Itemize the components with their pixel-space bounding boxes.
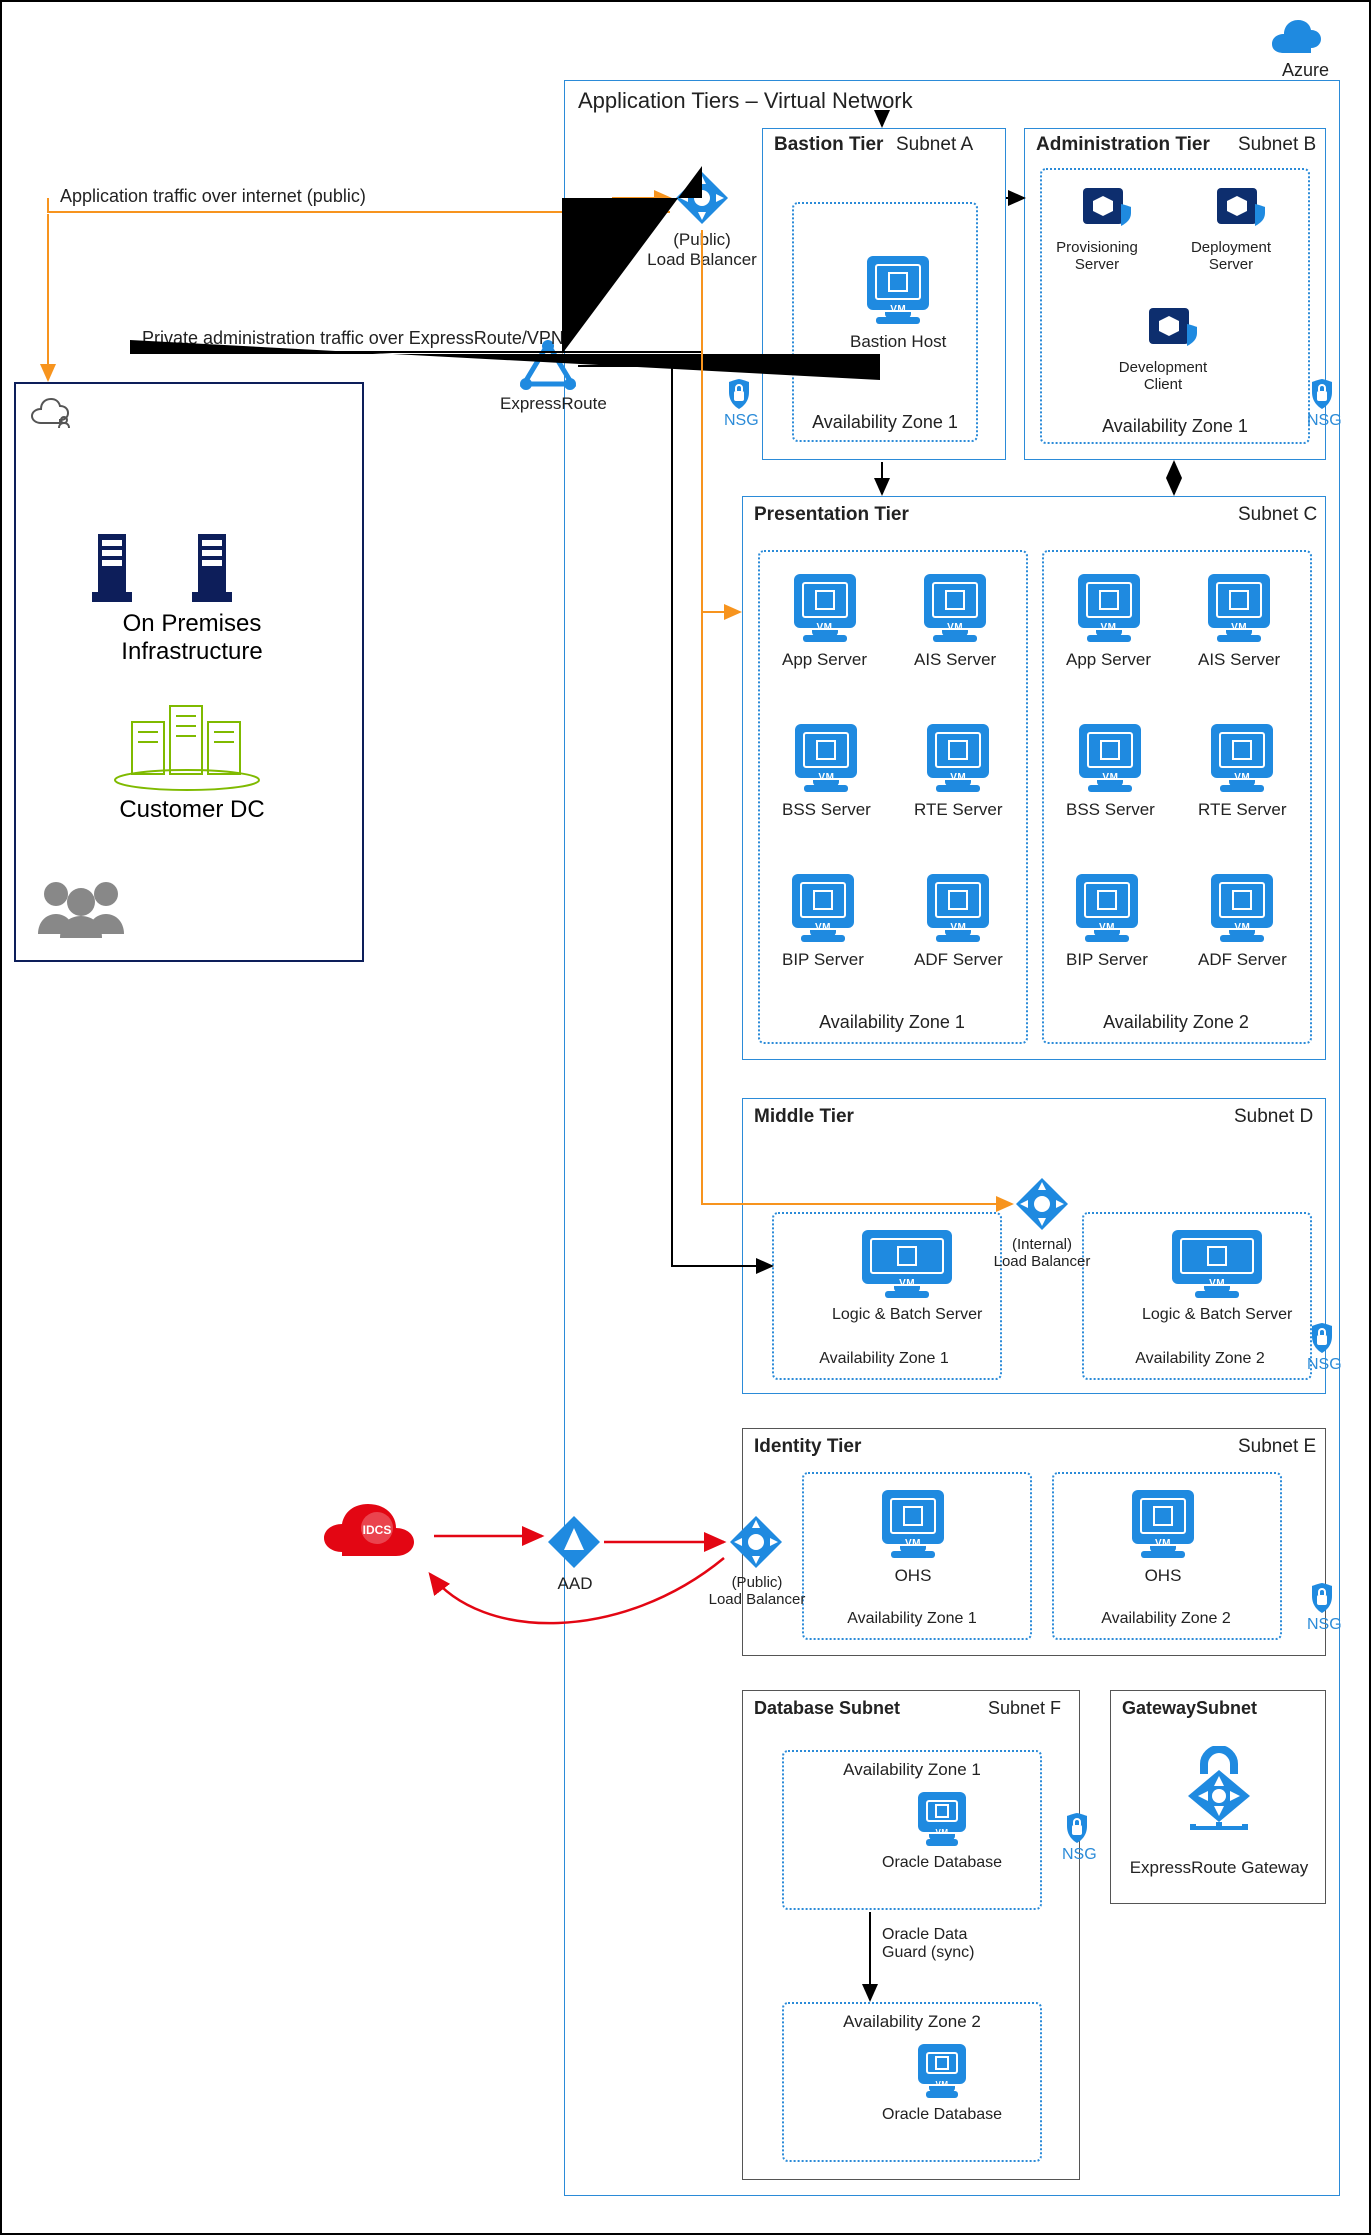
vm-ais-server-1: VMAIS Server xyxy=(914,574,996,670)
nsg-label-bastion: NSG xyxy=(724,412,754,430)
middle-az2-label: Availability Zone 2 xyxy=(1110,1350,1290,1368)
presentation-az2-label: Availability Zone 2 xyxy=(1086,1012,1266,1033)
vm-ais-server-2: VMAIS Server xyxy=(1198,574,1280,670)
vm-rte-server-1: VMRTE Server xyxy=(914,724,1003,820)
public-lb-label: (Public) Load Balancer xyxy=(642,230,762,270)
db-title: Database Subnet xyxy=(754,1698,900,1719)
vm-adf-server-1: VMADF Server xyxy=(914,874,1003,970)
nsg-icon-middle xyxy=(1309,1322,1335,1359)
admin-title: Administration Tier xyxy=(1036,134,1210,156)
middle-az1-label: Availability Zone 1 xyxy=(794,1350,974,1368)
server-rack-icon-1 xyxy=(92,532,162,611)
bastion-host-vm: VM Bastion Host xyxy=(850,256,946,352)
aad-label: AAD xyxy=(550,1574,600,1594)
bastion-title: Bastion Tier xyxy=(774,134,883,156)
admin-subnet: Subnet B xyxy=(1238,134,1316,156)
nsg-icon-admin xyxy=(1309,378,1335,415)
people-icon xyxy=(26,872,136,947)
expressroute-label: ExpressRoute xyxy=(500,394,600,414)
identity-az2-label: Availability Zone 2 xyxy=(1076,1610,1256,1628)
public-lb2-label: (Public) Load Balancer xyxy=(702,1574,812,1608)
bastion-az1-label: Availability Zone 1 xyxy=(802,412,968,433)
load-balancer-public2-icon xyxy=(728,1514,784,1575)
presentation-az1-label: Availability Zone 1 xyxy=(802,1012,982,1033)
identity-az1-label: Availability Zone 1 xyxy=(822,1610,1002,1628)
vm-ohs-1: VMOHS xyxy=(882,1490,944,1586)
identity-subnet: Subnet E xyxy=(1238,1436,1316,1458)
onprem-label: On Premises Infrastructure xyxy=(92,610,292,666)
deployment-server: Deployment Server xyxy=(1206,186,1276,273)
customer-dc-icon xyxy=(112,702,262,797)
nsg-label-admin: NSG xyxy=(1307,412,1337,430)
expressroute-gateway-icon xyxy=(1180,1746,1258,1835)
gateway-label: ExpressRoute Gateway xyxy=(1124,1858,1314,1878)
vm-oracle-db-2: VMOracle Database xyxy=(882,2044,1002,2124)
svg-text:IDCS: IDCS xyxy=(363,1523,392,1537)
nsg-label-db: NSG xyxy=(1062,1846,1092,1864)
nsg-label-middle: NSG xyxy=(1307,1356,1337,1374)
vm-logic-batch-2: VMLogic & Batch Server xyxy=(1142,1230,1292,1324)
vm-logic-batch-1: VMLogic & Batch Server xyxy=(832,1230,982,1324)
server-rack-icon-2 xyxy=(192,532,262,611)
azure-cloud-icon xyxy=(1267,20,1323,61)
cloud-users-icon xyxy=(26,398,76,443)
internal-lb-label: (Internal) Load Balancer xyxy=(982,1236,1102,1270)
vm-bip-server-2: VMBIP Server xyxy=(1066,874,1148,970)
gateway-title: GatewaySubnet xyxy=(1122,1698,1257,1719)
db-az2-label: Availability Zone 2 xyxy=(822,2012,1002,2032)
bastion-subnet: Subnet A xyxy=(896,134,973,156)
vm-adf-server-2: VMADF Server xyxy=(1198,874,1287,970)
provisioning-server: Provisioning Server xyxy=(1072,186,1142,273)
customer-dc-label: Customer DC xyxy=(102,796,282,824)
identity-title: Identity Tier xyxy=(754,1436,861,1458)
vm-bip-server-1: VMBIP Server xyxy=(782,874,864,970)
idcs-icon: IDCS xyxy=(322,1496,432,1581)
vm-app-server-1: VMApp Server xyxy=(782,574,867,670)
odg-label: Oracle Data Guard (sync) xyxy=(882,1926,1022,1962)
db-az1-label: Availability Zone 1 xyxy=(822,1760,1002,1780)
nsg-icon-bastion xyxy=(726,378,752,415)
vm-rte-server-2: VMRTE Server xyxy=(1198,724,1287,820)
presentation-title: Presentation Tier xyxy=(754,504,909,526)
app-traffic-label: Application traffic over internet (publi… xyxy=(60,186,366,207)
nsg-label-identity: NSG xyxy=(1307,1616,1337,1634)
azure-label: Azure xyxy=(1282,60,1329,81)
nsg-icon-identity xyxy=(1309,1582,1335,1619)
vm-bss-server-2: VMBSS Server xyxy=(1066,724,1155,820)
admin-traffic-label: Private administration traffic over Expr… xyxy=(142,328,564,349)
vm-oracle-db-1: VMOracle Database xyxy=(882,1792,1002,1872)
admin-az1-label: Availability Zone 1 xyxy=(1092,416,1258,437)
db-subnet: Subnet F xyxy=(988,1698,1061,1719)
vm-app-server-2: VMApp Server xyxy=(1066,574,1151,670)
middle-title: Middle Tier xyxy=(754,1106,854,1128)
load-balancer-internal-icon xyxy=(1014,1176,1070,1237)
development-client: Development Client xyxy=(1138,306,1208,393)
vm-ohs-2: VMOHS xyxy=(1132,1490,1194,1586)
nsg-icon-db xyxy=(1064,1812,1090,1849)
vnet-title: Application Tiers – Virtual Network xyxy=(578,88,913,114)
vm-bss-server-1: VMBSS Server xyxy=(782,724,871,820)
load-balancer-public-icon xyxy=(674,170,730,231)
middle-subnet: Subnet D xyxy=(1234,1106,1313,1128)
presentation-subnet: Subnet C xyxy=(1238,504,1317,526)
aad-icon xyxy=(546,1514,602,1575)
